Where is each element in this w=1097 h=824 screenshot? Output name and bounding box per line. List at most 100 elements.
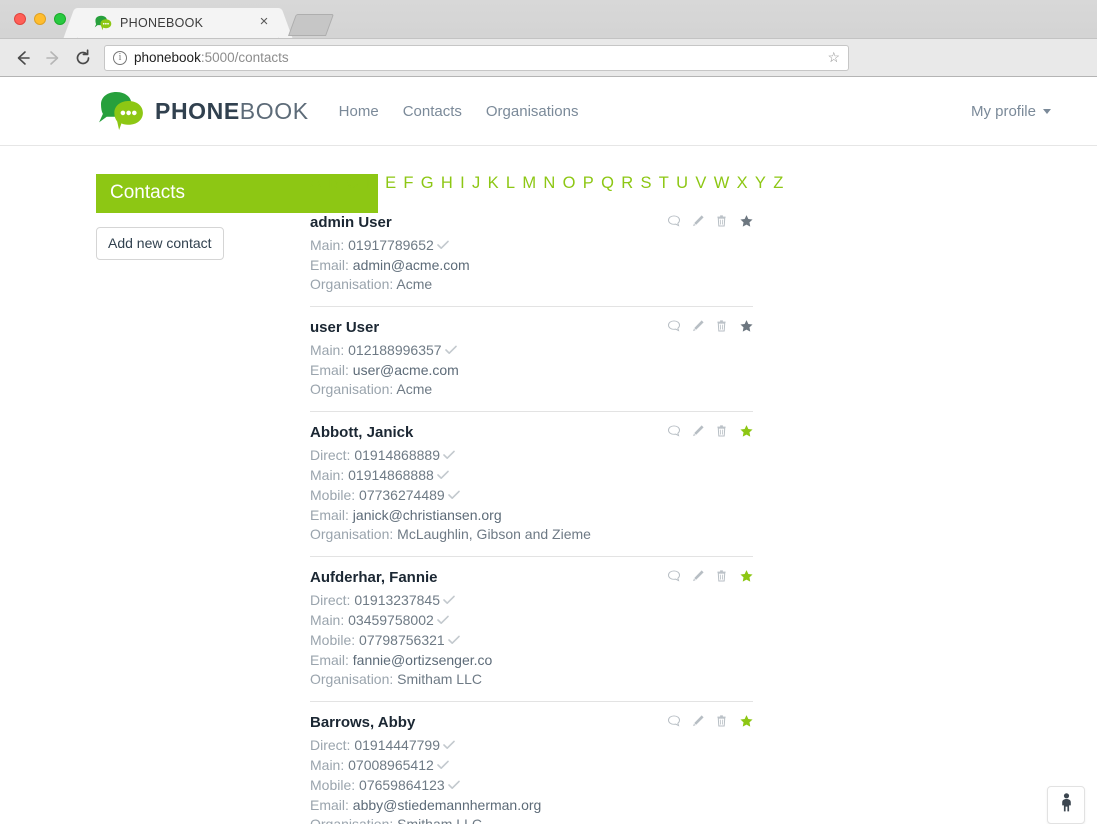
contact-field-value[interactable]: 01914868889 — [354, 447, 440, 463]
contact-field-label: Organisation: — [310, 816, 393, 824]
alpha-index-letter[interactable]: F — [403, 174, 413, 193]
contact-field-value[interactable]: 07008965412 — [348, 757, 434, 773]
close-window-button[interactable] — [14, 13, 26, 25]
contact-field: Organisation: McLaughlin, Gibson and Zie… — [310, 525, 753, 544]
contact-field-value[interactable]: janick@christiansen.org — [353, 507, 502, 523]
chevron-down-icon — [1043, 109, 1051, 114]
site-info-icon[interactable]: i — [113, 51, 127, 65]
alpha-index-letter[interactable]: V — [695, 174, 706, 193]
contact-field-value[interactable]: abby@stiedemannherman.org — [353, 797, 542, 813]
profile-menu[interactable]: My profile — [971, 103, 1073, 120]
alpha-index-letter[interactable]: D — [366, 174, 378, 193]
alpha-index-letter[interactable]: T — [659, 174, 669, 193]
alpha-index-letter[interactable]: Z — [773, 174, 783, 193]
minimize-window-button[interactable] — [34, 13, 46, 25]
trash-icon[interactable] — [715, 714, 729, 729]
contact-field: Organisation: Smitham LLC — [310, 670, 753, 689]
alpha-index-letter[interactable]: A — [310, 174, 321, 193]
contact-field-value[interactable]: 03459758002 — [348, 612, 434, 628]
alpha-index-letter[interactable]: H — [441, 174, 453, 193]
pencil-icon[interactable] — [691, 424, 705, 439]
trash-icon[interactable] — [715, 569, 729, 584]
accessibility-button[interactable] — [1047, 786, 1085, 824]
alpha-index-letter[interactable]: S — [640, 174, 651, 193]
alpha-index-letter[interactable]: M — [522, 174, 536, 193]
contact-field-value[interactable]: 07736274489 — [359, 487, 445, 503]
contact-field-value[interactable]: 01914868888 — [348, 467, 434, 483]
comment-icon[interactable] — [667, 714, 681, 729]
brand-logo-link[interactable]: PHONEBOOK — [96, 91, 309, 131]
star-icon[interactable] — [739, 424, 753, 439]
contact-field-value[interactable]: 01914447799 — [354, 737, 440, 753]
contact-field-value[interactable]: Acme — [396, 276, 432, 292]
nav-item-organisations[interactable]: Organisations — [486, 103, 579, 120]
contact-card: admin UserMain: 01917789652Email: admin@… — [310, 214, 753, 306]
pencil-icon[interactable] — [691, 714, 705, 729]
add-new-contact-button[interactable]: Add new contact — [96, 227, 224, 260]
profile-menu-label: My profile — [971, 103, 1036, 120]
alpha-index-letter[interactable]: G — [421, 174, 434, 193]
contact-field-value[interactable]: 01917789652 — [348, 237, 434, 253]
alpha-index-letter[interactable]: O — [563, 174, 576, 193]
contact-row-actions — [667, 214, 753, 229]
contact-field-value[interactable]: McLaughlin, Gibson and Zieme — [397, 526, 591, 542]
back-button[interactable] — [8, 43, 38, 73]
pencil-icon[interactable] — [691, 214, 705, 229]
contact-field: Main: 012188996357 — [310, 341, 753, 361]
maximize-window-button[interactable] — [54, 13, 66, 25]
contact-field-label: Email: — [310, 652, 349, 668]
verified-check-icon — [443, 739, 455, 753]
contact-field: Organisation: Acme — [310, 275, 753, 294]
contact-field-value[interactable]: 07798756321 — [359, 632, 445, 648]
star-icon[interactable] — [739, 319, 753, 334]
comment-icon[interactable] — [667, 569, 681, 584]
alpha-index-letter[interactable]: E — [385, 174, 396, 193]
comment-icon[interactable] — [667, 424, 681, 439]
contact-field-value[interactable]: 01913237845 — [354, 592, 440, 608]
contact-field-value[interactable]: 07659864123 — [359, 777, 445, 793]
alpha-index-letter[interactable]: X — [737, 174, 748, 193]
new-tab-button[interactable] — [288, 14, 334, 36]
contact-field-value[interactable]: Acme — [396, 381, 432, 397]
contact-field-value[interactable]: Smitham LLC — [397, 816, 482, 824]
comment-icon[interactable] — [667, 214, 681, 229]
alpha-index-letter[interactable]: B — [328, 174, 339, 193]
contact-field-value[interactable]: 012188996357 — [348, 342, 441, 358]
alpha-index-letter[interactable]: U — [676, 174, 688, 193]
alphabet-index: ABCDEFGHIJKLMNOPQRSTUVWXYZ — [310, 174, 1097, 193]
bookmark-star-icon[interactable]: ☆ — [821, 49, 840, 66]
alpha-index-letter[interactable]: Y — [755, 174, 766, 193]
nav-item-home[interactable]: Home — [339, 103, 379, 120]
close-tab-button[interactable]: × — [256, 15, 272, 31]
alpha-index-letter[interactable]: J — [472, 174, 481, 193]
star-icon[interactable] — [739, 714, 753, 729]
alpha-index-letter[interactable]: P — [583, 174, 594, 193]
comment-icon[interactable] — [667, 319, 681, 334]
alpha-index-letter[interactable]: Q — [601, 174, 614, 193]
verified-check-icon — [448, 779, 460, 793]
contact-field-value[interactable]: fannie@ortizsenger.co — [353, 652, 493, 668]
nav-item-contacts[interactable]: Contacts — [403, 103, 462, 120]
alpha-index-letter[interactable]: L — [506, 174, 515, 193]
contact-field-value[interactable]: Smitham LLC — [397, 671, 482, 687]
contact-field: Direct: 01913237845 — [310, 591, 753, 611]
star-icon[interactable] — [739, 569, 753, 584]
alpha-index-letter[interactable]: K — [488, 174, 499, 193]
alpha-index-letter[interactable]: N — [543, 174, 555, 193]
address-bar[interactable]: i phonebook:5000/contacts ☆ — [104, 45, 849, 71]
trash-icon[interactable] — [715, 214, 729, 229]
star-icon[interactable] — [739, 214, 753, 229]
alpha-index-letter[interactable]: R — [621, 174, 633, 193]
pencil-icon[interactable] — [691, 569, 705, 584]
contact-field-value[interactable]: user@acme.com — [353, 362, 459, 378]
forward-button[interactable] — [38, 43, 68, 73]
contact-field-value[interactable]: admin@acme.com — [353, 257, 470, 273]
alpha-index-letter[interactable]: W — [714, 174, 730, 193]
trash-icon[interactable] — [715, 424, 729, 439]
pencil-icon[interactable] — [691, 319, 705, 334]
browser-tab[interactable]: PHONEBOOK × — [78, 8, 278, 38]
trash-icon[interactable] — [715, 319, 729, 334]
reload-button[interactable] — [68, 43, 98, 73]
alpha-index-letter[interactable]: I — [460, 174, 465, 193]
alpha-index-letter[interactable]: C — [347, 174, 359, 193]
